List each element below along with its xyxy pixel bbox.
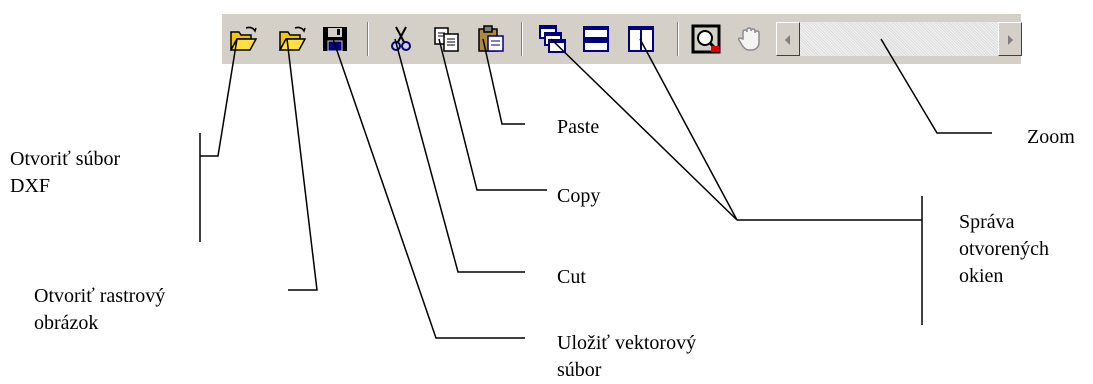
label-open-raster-line-2: obrázok	[34, 312, 99, 334]
label-save-vector-line-2: súbor	[557, 359, 602, 381]
label-zoom: Zoom	[1027, 126, 1075, 148]
label-save-vector: Uložiť vektorový súbor	[557, 330, 696, 384]
leader-cut	[394, 38, 525, 273]
label-open-raster: Otvoriť rastrový obrázok	[34, 283, 165, 337]
label-paste: Paste	[557, 116, 600, 138]
label-open-raster-line-1: Otvoriť rastrový	[34, 285, 166, 307]
leader-zoom	[880, 38, 992, 134]
label-open-dxf-line-2: DXF	[10, 175, 51, 197]
leader-save-vector	[332, 38, 525, 339]
leader-paste	[482, 38, 525, 125]
label-save-vector-line-1: Uložiť vektorový	[557, 332, 697, 354]
label-windows-line-2: otvorených	[959, 238, 1049, 260]
label-open-dxf: Otvoriť súbor DXF	[10, 146, 120, 200]
leader-open-dxf	[200, 38, 238, 157]
label-windows-line-3: okien	[959, 265, 1004, 287]
label-windows-line-1: Správa	[959, 211, 1015, 233]
label-windows: Správa otvorených okien	[959, 209, 1049, 290]
leader-tile-vertical	[639, 38, 738, 221]
leader-copy	[438, 38, 547, 191]
label-copy: Copy	[557, 185, 601, 207]
diagram: Otvoriť súbor DXF Otvoriť rastrový obráz…	[0, 0, 1093, 382]
label-open-dxf-line-1: Otvoriť súbor	[10, 148, 121, 170]
label-cut: Cut	[557, 266, 586, 288]
leader-open-raster	[286, 38, 318, 291]
